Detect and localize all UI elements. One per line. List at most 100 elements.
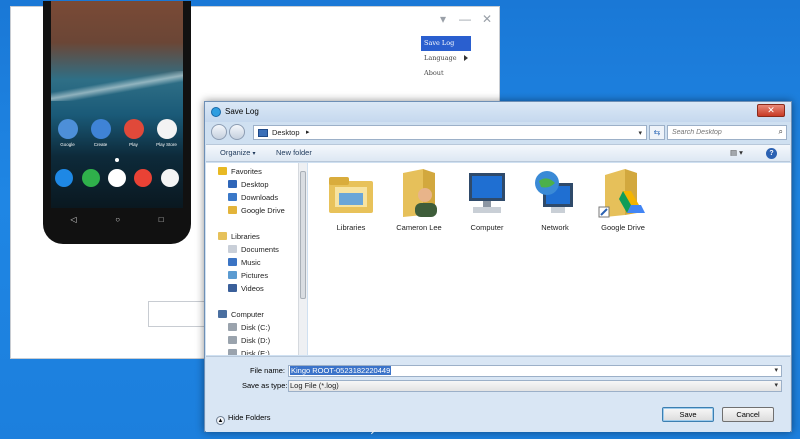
- nav-item-computer[interactable]: Computer: [218, 309, 264, 321]
- triangle-down-icon[interactable]: ▾: [437, 13, 449, 25]
- menu-item-save-log[interactable]: Save Log: [421, 36, 471, 51]
- close-icon[interactable]: ✕: [481, 13, 493, 25]
- videos-icon: [228, 284, 237, 292]
- back-button[interactable]: [211, 124, 227, 140]
- navigation-scrollbar[interactable]: [298, 163, 307, 355]
- file-item-label: Libraries: [336, 223, 366, 232]
- file-item-libraries[interactable]: Libraries: [316, 167, 386, 232]
- menu-item-label: Save Log: [424, 39, 455, 47]
- nav-item-favorites[interactable]: Favorites: [218, 166, 262, 178]
- save-as-type-label: Save as type:: [242, 381, 288, 390]
- phone-dock: [51, 169, 183, 187]
- forward-button[interactable]: [229, 124, 245, 140]
- menu-item-label: Language: [424, 54, 457, 62]
- network-icon: [529, 167, 581, 219]
- app-logo-icon: [211, 107, 221, 117]
- minimize-icon[interactable]: —: [459, 13, 471, 25]
- address-bar[interactable]: Desktop ▸ ▾: [253, 125, 647, 140]
- menu-item-about[interactable]: About: [421, 66, 471, 81]
- phone-app-2: Play: [119, 119, 149, 147]
- address-location[interactable]: Desktop: [272, 128, 300, 137]
- nav-item-label: Google Drive: [241, 206, 285, 215]
- search-input[interactable]: [668, 126, 768, 139]
- nav-item-videos[interactable]: Videos: [228, 283, 264, 295]
- desktop-icon: [228, 180, 237, 188]
- nav-item-label: Downloads: [241, 193, 279, 202]
- address-dropdown-icon[interactable]: ▾: [638, 129, 642, 137]
- save-as-type-dropdown-icon[interactable]: ▾: [774, 381, 778, 391]
- file-name-input[interactable]: Kingo ROOT-0523182220449 ▾: [288, 365, 782, 377]
- phone-app-row: Google Create Play Play Store: [51, 119, 183, 147]
- nav-item-google-drive[interactable]: Google Drive: [228, 205, 285, 217]
- nav-item-label: Music: [241, 258, 261, 267]
- nav-item-music[interactable]: Music: [228, 257, 261, 269]
- save-as-type-value: Log File (*.log): [290, 381, 339, 390]
- file-name-value[interactable]: Kingo ROOT-0523182220449: [290, 366, 392, 375]
- file-item-label: Computer: [470, 223, 504, 232]
- search-icon[interactable]: ⌕: [779, 127, 783, 137]
- help-icon[interactable]: ?: [766, 148, 777, 159]
- file-item-cameron-lee[interactable]: Cameron Lee: [384, 167, 454, 232]
- wallpaper-wave: [51, 71, 183, 101]
- phone-app-label: Google: [60, 142, 75, 147]
- star-icon: [218, 167, 227, 175]
- nav-item-disk-c[interactable]: Disk (C:): [228, 322, 270, 334]
- file-item-google-drive[interactable]: Google Drive: [588, 167, 658, 232]
- home-icon: ○: [115, 214, 121, 224]
- cancel-button[interactable]: Cancel: [722, 407, 774, 422]
- nav-item-disk-d[interactable]: Disk (D:): [228, 335, 270, 347]
- menu-item-language[interactable]: Language: [421, 51, 471, 66]
- address-row: Desktop ▸ ▾ ⇆ ⌕: [211, 124, 787, 142]
- new-folder-button[interactable]: New folder: [276, 148, 312, 157]
- computer-icon: [218, 310, 227, 318]
- nav-item-label: Disk (E:): [241, 349, 270, 355]
- hide-folders-button[interactable]: ▲ Hide Folders: [216, 413, 271, 425]
- dialog-close-button[interactable]: ✕: [757, 104, 785, 117]
- view-options-button[interactable]: ▤ ▾: [730, 148, 743, 157]
- organize-button[interactable]: Organize ▾: [220, 148, 255, 157]
- phone-app-label: Play Store: [156, 142, 177, 147]
- nav-item-label: Favorites: [231, 167, 262, 176]
- navigation-pane: Favorites Desktop Downloads Google Drive Lib…: [206, 163, 298, 355]
- dialog-title: Save Log: [225, 107, 259, 116]
- nav-item-pictures[interactable]: Pictures: [228, 270, 268, 282]
- refresh-button[interactable]: ⇆: [649, 125, 665, 140]
- disk-icon: [228, 323, 237, 331]
- photos-icon: [160, 169, 179, 187]
- file-item-label: Google Drive: [601, 223, 645, 232]
- dialog-toolbar: Organize ▾ New folder ▤ ▾ ?: [206, 144, 790, 162]
- desktop-folder-icon: [258, 129, 268, 137]
- google-drive-folder-icon: [597, 167, 649, 219]
- submenu-arrow-icon: [464, 55, 468, 61]
- google-drive-icon: [228, 206, 237, 214]
- pictures-icon: [228, 271, 237, 279]
- recents-icon: □: [158, 214, 164, 224]
- page-indicator-dot: [115, 158, 119, 162]
- nav-item-documents[interactable]: Documents: [228, 244, 279, 256]
- window-controls: ▾ — ✕: [437, 13, 493, 25]
- dialog-titlebar[interactable]: Save Log ✕: [205, 102, 791, 122]
- file-item-network[interactable]: Network: [520, 167, 590, 232]
- scrollbar-thumb[interactable]: [300, 171, 306, 299]
- save-button[interactable]: Save: [662, 407, 714, 422]
- nav-item-label: Disk (C:): [241, 323, 271, 332]
- nav-item-label: Videos: [241, 284, 264, 293]
- disk-icon: [228, 349, 237, 355]
- phone-app-3: Play Store: [152, 119, 182, 147]
- file-item-computer[interactable]: Computer: [452, 167, 522, 232]
- phone-app-0: Google: [53, 119, 83, 147]
- breadcrumb-arrow-icon[interactable]: ▸: [306, 128, 310, 136]
- nav-item-label: Pictures: [241, 271, 269, 280]
- back-icon: ◁: [70, 214, 77, 224]
- nav-item-downloads[interactable]: Downloads: [228, 192, 278, 204]
- nav-item-disk-e[interactable]: Disk (E:): [228, 348, 270, 355]
- hide-folders-label: Hide Folders: [228, 413, 271, 422]
- nav-item-libraries[interactable]: Libraries: [218, 231, 260, 243]
- disk-icon: [228, 336, 237, 344]
- phone-app-icon: [156, 119, 177, 139]
- nav-item-label: Documents: [241, 245, 279, 254]
- save-as-type-select[interactable]: Log File (*.log) ▾: [288, 380, 782, 392]
- file-name-dropdown-icon[interactable]: ▾: [774, 366, 778, 376]
- documents-icon: [228, 245, 237, 253]
- nav-item-desktop[interactable]: Desktop: [228, 179, 269, 191]
